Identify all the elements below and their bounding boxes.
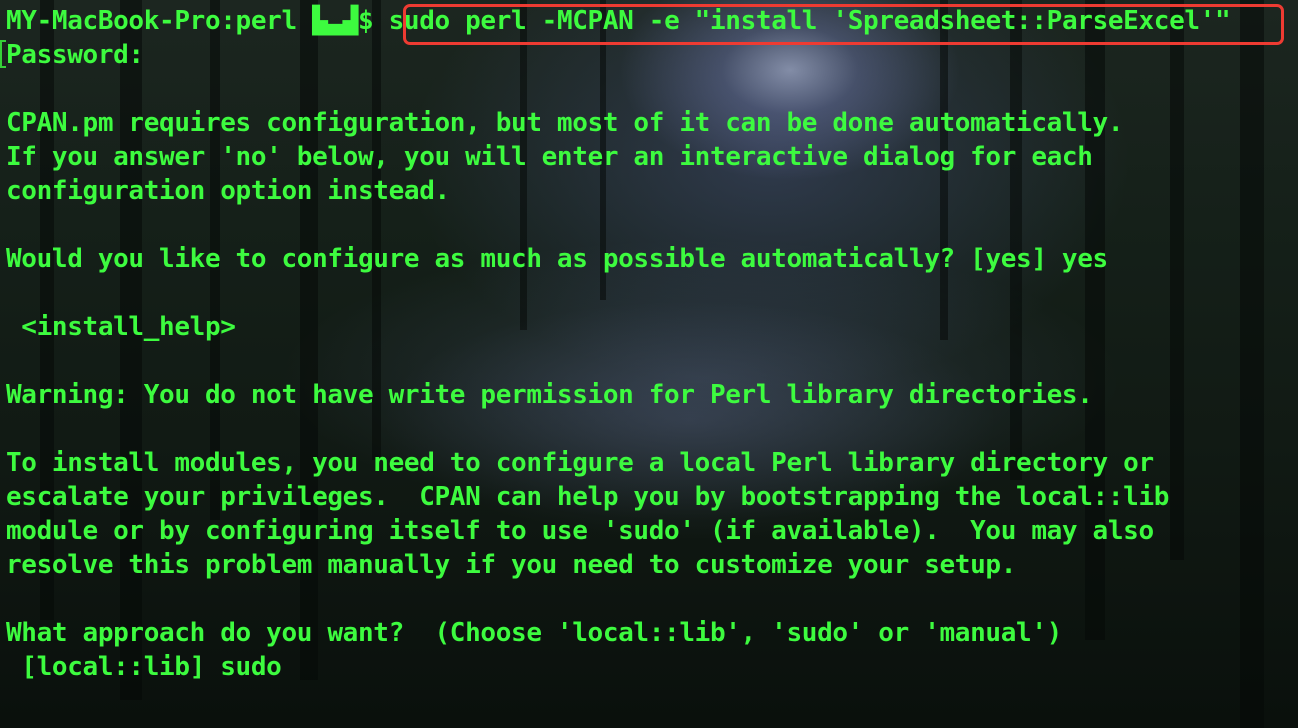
output-line: To install modules, you need to configur… <box>6 448 1154 478</box>
command-text[interactable]: sudo perl -MCPAN -e "install 'Spreadshee… <box>389 6 1231 36</box>
prompt-host: MY-MacBook-Pro:perl <box>6 6 313 36</box>
output-line: <install_help> <box>6 312 236 342</box>
terminal-output: MY-MacBook-Pro:perl ▙▃▟$ sudo perl -MCPA… <box>6 4 1231 684</box>
output-line: Warning: You do not have write permissio… <box>6 380 1093 410</box>
output-line: CPAN.pm requires configuration, but most… <box>6 108 1124 138</box>
output-line: module or by configuring itself to use '… <box>6 516 1154 546</box>
output-line: Password: <box>6 40 144 70</box>
prompt-user-glyph: ▙▃▟ <box>312 6 358 36</box>
output-line: resolve this problem manually if you nee… <box>6 550 1017 580</box>
prompt-line: MY-MacBook-Pro:perl ▙▃▟$ sudo perl -MCPA… <box>6 4 1231 38</box>
prompt-suffix: $ <box>358 6 389 36</box>
output-line: If you answer 'no' below, you will enter… <box>6 142 1093 172</box>
input-line[interactable]: [local::lib] sudo <box>6 650 1230 684</box>
terminal-window[interactable]: MY-MacBook-Pro:perl ▙▃▟$ sudo perl -MCPA… <box>0 0 1298 728</box>
output-line: Would you like to configure as much as p… <box>6 244 1108 274</box>
output-line: configuration option instead. <box>6 176 450 206</box>
output-line: What approach do you want? (Choose 'loca… <box>6 618 1062 648</box>
output-line: escalate your privileges. CPAN can help … <box>6 482 1170 512</box>
